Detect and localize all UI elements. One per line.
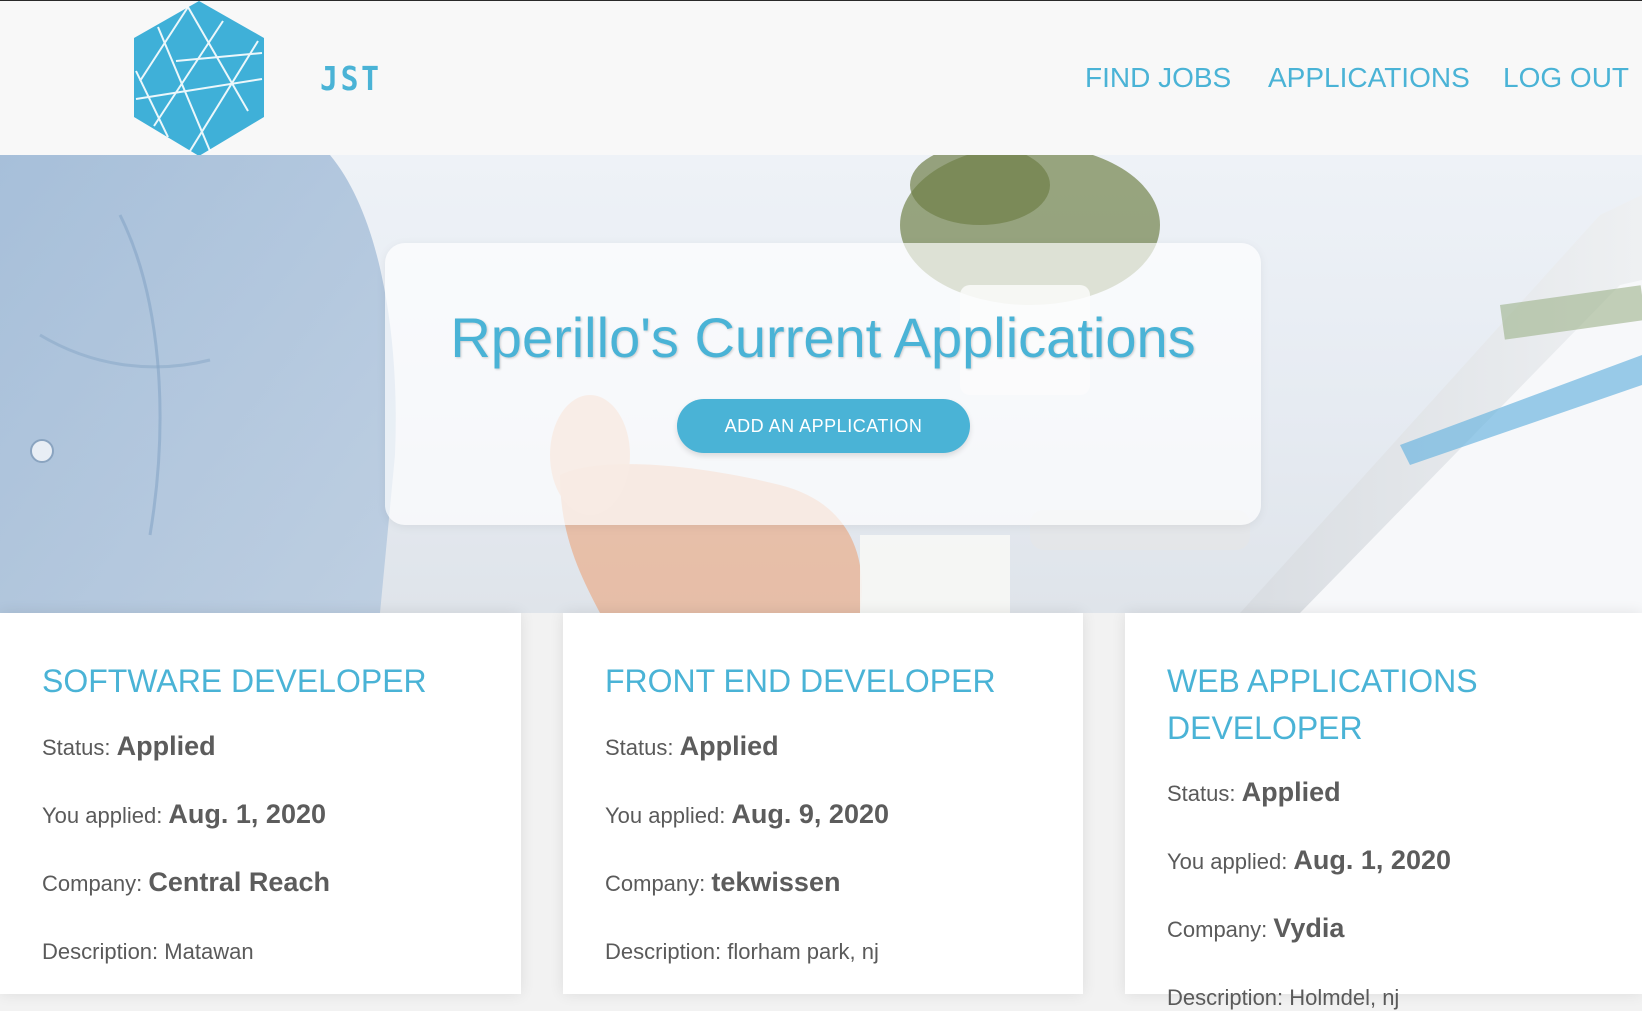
company-value: tekwissen [711, 867, 841, 897]
jst-logo-icon[interactable] [128, 1, 270, 156]
description-value: Holmdel, nj [1289, 985, 1400, 1010]
applied-date: Aug. 1, 2020 [168, 799, 326, 829]
description-value: florham park, nj [727, 939, 879, 964]
nav-log-out[interactable]: LOG OUT [1503, 62, 1629, 94]
applications-list: SOFTWARE DEVELOPER Status: Applied You a… [0, 613, 1642, 1010]
description-row: Description: florham park, nj [605, 939, 879, 965]
applied-date: Aug. 9, 2020 [731, 799, 889, 829]
company-label: Company: [42, 871, 149, 896]
company-value: Central Reach [148, 867, 330, 897]
applied-date-row: You applied: Aug. 1, 2020 [1167, 845, 1451, 876]
company-row: Company: Vydia [1167, 913, 1344, 944]
description-label: Description: [42, 939, 165, 964]
nav-find-jobs[interactable]: FIND JOBS [1085, 62, 1231, 94]
status-value: Applied [1241, 777, 1341, 807]
applied-label: You applied: [605, 803, 732, 828]
job-title[interactable]: WEB APPLICATIONS DEVELOPER [1167, 658, 1587, 752]
brand-name[interactable]: JST [320, 59, 382, 98]
job-title[interactable]: SOFTWARE DEVELOPER [42, 658, 462, 705]
application-card[interactable]: WEB APPLICATIONS DEVELOPER Status: Appli… [1125, 613, 1642, 1010]
description-row: Description: Holmdel, nj [1167, 985, 1399, 1011]
status-value: Applied [116, 731, 216, 761]
applied-date-row: You applied: Aug. 9, 2020 [605, 799, 889, 830]
description-value: Matawan [164, 939, 254, 964]
description-label: Description: [605, 939, 728, 964]
status-label: Status: [1167, 781, 1242, 806]
company-row: Company: tekwissen [605, 867, 840, 898]
company-row: Company: Central Reach [42, 867, 330, 898]
applied-date-row: You applied: Aug. 1, 2020 [42, 799, 326, 830]
job-title[interactable]: FRONT END DEVELOPER [605, 658, 1025, 705]
company-value: Vydia [1273, 913, 1345, 943]
application-card[interactable]: SOFTWARE DEVELOPER Status: Applied You a… [0, 613, 521, 994]
status-row: Status: Applied [605, 731, 779, 762]
status-row: Status: Applied [42, 731, 216, 762]
description-row: Description: Matawan [42, 939, 254, 965]
hero-card: Rperillo's Current Applications ADD AN A… [385, 243, 1261, 525]
status-row: Status: Applied [1167, 777, 1341, 808]
applied-label: You applied: [1167, 849, 1294, 874]
company-label: Company: [605, 871, 712, 896]
status-value: Applied [679, 731, 779, 761]
applied-date: Aug. 1, 2020 [1293, 845, 1451, 875]
hero-banner: Rperillo's Current Applications ADD AN A… [0, 155, 1642, 613]
application-card[interactable]: FRONT END DEVELOPER Status: Applied You … [563, 613, 1083, 994]
navbar: JST FIND JOBS APPLICATIONS LOG OUT [0, 0, 1642, 156]
page-title: Rperillo's Current Applications [450, 306, 1196, 369]
add-application-button[interactable]: ADD AN APPLICATION [677, 399, 970, 453]
status-label: Status: [605, 735, 680, 760]
company-label: Company: [1167, 917, 1274, 942]
nav-applications[interactable]: APPLICATIONS [1268, 62, 1470, 94]
applied-label: You applied: [42, 803, 169, 828]
status-label: Status: [42, 735, 117, 760]
description-label: Description: [1167, 985, 1290, 1010]
